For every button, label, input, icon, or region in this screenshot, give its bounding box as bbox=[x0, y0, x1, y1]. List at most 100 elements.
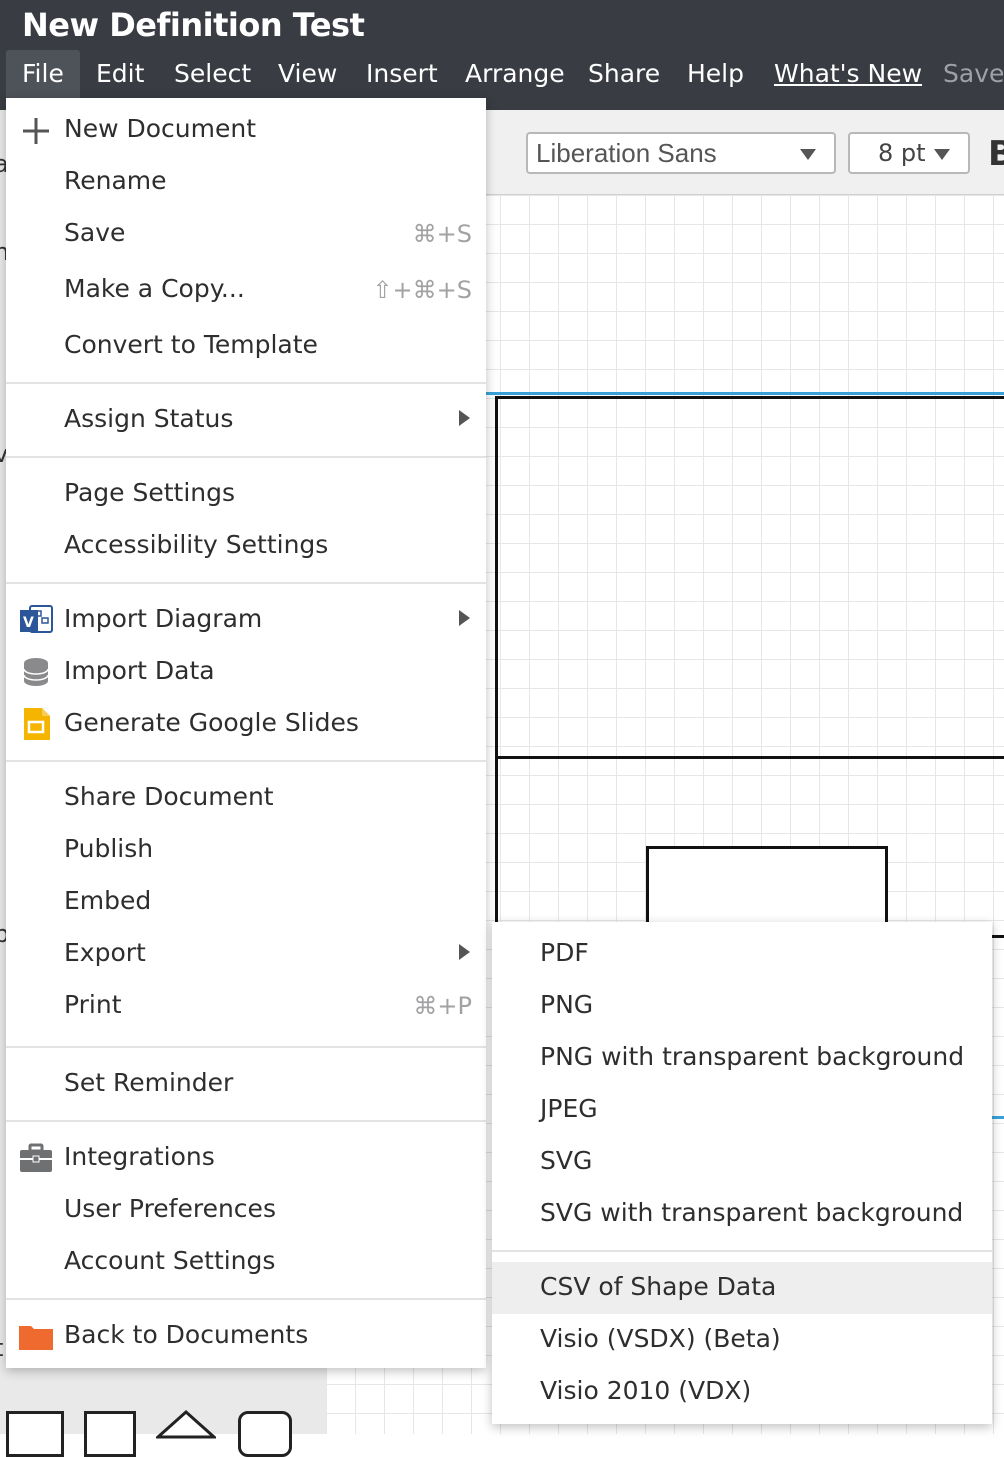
menu-item-label: Import Diagram bbox=[64, 604, 263, 633]
menu-item-integrations[interactable]: Integrations bbox=[6, 1132, 486, 1184]
menu-separator bbox=[6, 582, 486, 584]
menu-item-set-reminder[interactable]: Set Reminder bbox=[6, 1058, 486, 1110]
shape-rounded-rectangle[interactable] bbox=[238, 1411, 292, 1457]
panel-text-fragment: t bbox=[0, 1334, 3, 1362]
file-menu: New Document Rename Save ⌘+S Make a Copy… bbox=[6, 98, 486, 1368]
menu-item-label: Back to Documents bbox=[64, 1320, 309, 1349]
menu-help[interactable]: Help bbox=[671, 50, 760, 98]
menu-item-make-a-copy[interactable]: Make a Copy... ⇧+⌘+S bbox=[6, 264, 486, 316]
menu-item-publish[interactable]: Publish bbox=[6, 824, 486, 876]
export-item-visio-vsdx[interactable]: Visio (VSDX) (Beta) bbox=[492, 1314, 992, 1366]
menu-item-assign-status[interactable]: Assign Status bbox=[6, 394, 486, 446]
document-title[interactable]: New Definition Test bbox=[22, 6, 365, 44]
export-item-png[interactable]: PNG bbox=[492, 980, 992, 1032]
export-submenu: PDF PNG PNG with transparent background … bbox=[492, 922, 992, 1424]
menu-item-new-document[interactable]: New Document bbox=[6, 104, 486, 156]
menu-edit[interactable]: Edit bbox=[80, 50, 160, 98]
menu-arrange[interactable]: Arrange bbox=[449, 50, 581, 98]
font-family-value: Liberation Sans bbox=[536, 138, 717, 168]
menu-item-label: SVG bbox=[540, 1146, 593, 1175]
menu-separator bbox=[6, 382, 486, 384]
menu-item-embed[interactable]: Embed bbox=[6, 876, 486, 928]
menu-item-label: Visio 2010 (VDX) bbox=[540, 1376, 752, 1405]
menu-item-share-document[interactable]: Share Document bbox=[6, 772, 486, 824]
menu-item-convert-to-template[interactable]: Convert to Template bbox=[6, 320, 486, 372]
menu-item-import-data[interactable]: Import Data bbox=[6, 646, 486, 698]
app-header: New Definition Test File Edit Select Vie… bbox=[0, 0, 1004, 110]
shape-diamond[interactable] bbox=[156, 1409, 216, 1439]
menu-item-label: Make a Copy... bbox=[64, 274, 245, 303]
menu-file[interactable]: File bbox=[6, 50, 80, 98]
menu-item-save[interactable]: Save ⌘+S bbox=[6, 208, 486, 260]
menu-item-label: Export bbox=[64, 938, 146, 967]
font-family-select[interactable]: Liberation Sans bbox=[526, 132, 836, 174]
menu-item-label: Generate Google Slides bbox=[64, 708, 359, 737]
saved-status: Saved bbox=[943, 59, 1004, 88]
google-slides-icon bbox=[24, 708, 50, 740]
menu-item-label: JPEG bbox=[540, 1094, 598, 1123]
visio-icon: V bbox=[20, 605, 53, 633]
menu-item-label: Assign Status bbox=[64, 404, 234, 433]
export-item-svg[interactable]: SVG bbox=[492, 1136, 992, 1188]
menu-separator bbox=[6, 1120, 486, 1122]
menu-item-import-diagram[interactable]: V Import Diagram bbox=[6, 594, 486, 646]
menu-item-account-settings[interactable]: Account Settings bbox=[6, 1236, 486, 1288]
menu-item-label: Save bbox=[64, 218, 126, 247]
bold-button[interactable]: B bbox=[988, 134, 1004, 174]
menu-item-label: Share Document bbox=[64, 782, 274, 811]
format-toolbar: Liberation Sans 8 pt B bbox=[486, 110, 1004, 195]
font-size-value: 8 pt bbox=[878, 139, 926, 167]
menu-item-label: Page Settings bbox=[64, 478, 236, 507]
export-item-pdf[interactable]: PDF bbox=[492, 928, 992, 980]
chevron-right-icon bbox=[459, 610, 470, 626]
menu-select[interactable]: Select bbox=[158, 50, 267, 98]
shortcut-hint: ⌘+S bbox=[412, 220, 472, 248]
export-item-visio-vdx[interactable]: Visio 2010 (VDX) bbox=[492, 1366, 992, 1418]
menu-item-label: PNG bbox=[540, 990, 594, 1019]
export-item-png-transparent[interactable]: PNG with transparent background bbox=[492, 1032, 992, 1084]
chevron-right-icon bbox=[459, 410, 470, 426]
menu-item-label: Embed bbox=[64, 886, 152, 915]
font-size-select[interactable]: 8 pt bbox=[848, 132, 970, 174]
export-item-jpeg[interactable]: JPEG bbox=[492, 1084, 992, 1136]
menu-item-export[interactable]: Export bbox=[6, 928, 486, 980]
folder-icon bbox=[19, 1326, 53, 1350]
menu-item-page-settings[interactable]: Page Settings bbox=[6, 468, 486, 520]
menu-whats-new[interactable]: What's New bbox=[758, 50, 938, 98]
selection-guide bbox=[486, 392, 1004, 395]
menu-item-label: Publish bbox=[64, 834, 154, 863]
lane-divider[interactable] bbox=[990, 935, 1004, 938]
menu-item-label: Convert to Template bbox=[64, 330, 318, 359]
menu-item-generate-google-slides[interactable]: Generate Google Slides bbox=[6, 698, 486, 750]
menu-item-label: Integrations bbox=[64, 1142, 215, 1171]
menu-item-accessibility-settings[interactable]: Accessibility Settings bbox=[6, 520, 486, 572]
menu-separator bbox=[6, 1046, 486, 1048]
menu-separator bbox=[6, 1298, 486, 1300]
chevron-down-icon bbox=[934, 149, 950, 160]
menu-item-print[interactable]: Print ⌘+P bbox=[6, 980, 486, 1032]
menu-item-rename[interactable]: Rename bbox=[6, 156, 486, 208]
menu-separator bbox=[492, 1250, 992, 1252]
menu-item-label: User Preferences bbox=[64, 1194, 276, 1223]
menu-item-label: PDF bbox=[540, 938, 589, 967]
shape-rectangle[interactable] bbox=[6, 1411, 64, 1457]
shape-square[interactable] bbox=[84, 1411, 136, 1457]
menu-item-label: Rename bbox=[64, 166, 167, 195]
chevron-down-icon bbox=[800, 149, 816, 160]
menu-item-label: Accessibility Settings bbox=[64, 530, 329, 559]
briefcase-icon bbox=[20, 1143, 52, 1172]
menu-view[interactable]: View bbox=[262, 50, 353, 98]
menu-insert[interactable]: Insert bbox=[350, 50, 454, 98]
menu-separator bbox=[6, 456, 486, 458]
database-icon bbox=[23, 658, 49, 686]
menu-item-back-to-documents[interactable]: Back to Documents bbox=[6, 1310, 486, 1362]
shape-tray bbox=[0, 1405, 326, 1457]
menu-item-label: CSV of Shape Data bbox=[540, 1272, 777, 1301]
export-item-svg-transparent[interactable]: SVG with transparent background bbox=[492, 1188, 992, 1240]
export-item-csv-shape-data[interactable]: CSV of Shape Data bbox=[492, 1262, 992, 1314]
shortcut-hint: ⇧+⌘+S bbox=[372, 276, 472, 304]
menu-item-user-preferences[interactable]: User Preferences bbox=[6, 1184, 486, 1236]
menu-share[interactable]: Share bbox=[572, 50, 676, 98]
lane-divider[interactable] bbox=[495, 756, 1004, 759]
menu-item-label: Account Settings bbox=[64, 1246, 276, 1275]
